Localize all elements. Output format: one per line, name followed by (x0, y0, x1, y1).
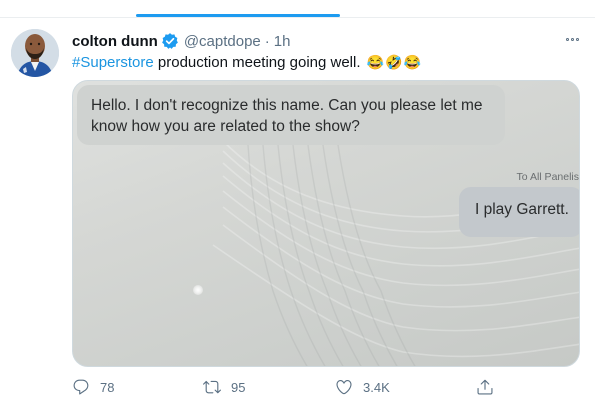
tweet-emoji: 😂🤣😂 (366, 54, 422, 70)
like-icon (336, 380, 352, 395)
retweet-count: 95 (231, 379, 246, 395)
tweet-text: #Superstore production meeting going wel… (72, 52, 422, 73)
user-handle[interactable]: @captdope (184, 33, 261, 50)
share-icon (477, 379, 493, 395)
tweet-media-photo[interactable]: Hello. I don't recognize this name. Can … (72, 80, 580, 367)
more-options-button[interactable] (560, 32, 584, 46)
timestamp[interactable]: 1h (274, 33, 291, 50)
reply-icon (73, 379, 89, 395)
verified-badge-icon (161, 32, 179, 50)
reply-button[interactable]: 78 (72, 376, 114, 398)
like-count: 3.4K (363, 379, 390, 395)
tab-strip (0, 0, 595, 18)
retweet-button[interactable]: 95 (203, 376, 245, 398)
hashtag-link[interactable]: #Superstore (72, 54, 154, 71)
avatar[interactable] (11, 29, 59, 77)
tweet-actions-bar: 78 95 3.4K (72, 376, 580, 398)
screen-glare (193, 285, 203, 295)
active-tab-indicator (136, 14, 340, 17)
share-button[interactable] (476, 376, 494, 398)
chat-message-incoming: Hello. I don't recognize this name. Can … (77, 85, 505, 145)
more-icon (565, 37, 569, 41)
display-name[interactable]: colton dunn (72, 33, 158, 50)
reply-count: 78 (100, 379, 115, 395)
tweet-body: production meeting going well. (153, 54, 361, 71)
retweet-icon (203, 380, 221, 394)
like-button[interactable]: 3.4K (335, 376, 390, 398)
chat-message-outgoing: I play Garrett. (459, 187, 579, 237)
recipient-label: To All Panelis (516, 171, 579, 183)
separator-dot: · (264, 32, 270, 50)
tweet-header: colton dunn @captdope · 1h (72, 31, 290, 51)
